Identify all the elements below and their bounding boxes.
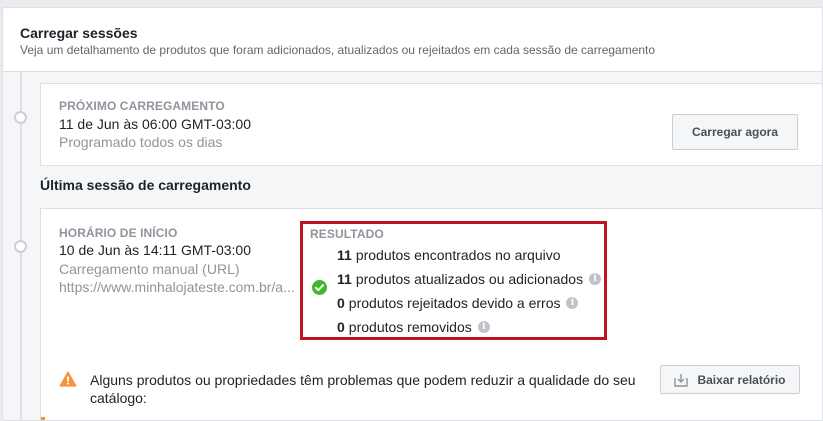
panel-header: Carregar sessões Veja um detalhamento de… xyxy=(3,8,822,72)
result-text: produtos rejeitados devido a erros xyxy=(348,295,561,311)
result-row-updated: 11 produtos atualizados ou adicionados i xyxy=(337,271,602,287)
result-row-removed: 0 produtos removidos i xyxy=(337,319,490,335)
result-count: 0 xyxy=(337,295,345,311)
next-upload-datetime: 11 de Jun às 06:00 GMT-03:00 xyxy=(59,116,251,132)
panel-subtitle: Veja um detalhamento de produtos que for… xyxy=(20,43,656,57)
result-text: produtos encontrados no arquivo xyxy=(355,247,561,263)
result-row-found: 11 produtos encontrados no arquivo xyxy=(337,247,561,263)
result-count: 11 xyxy=(337,247,352,263)
upload-url: https://www.minhalojateste.com.br/a... xyxy=(59,279,295,295)
start-datetime: 10 de Jun às 14:11 GMT-03:00 xyxy=(59,242,251,258)
next-upload-card: PRÓXIMO CARREGAMENTO 11 de Jun às 06:00 … xyxy=(40,83,822,166)
result-text: produtos atualizados ou adicionados xyxy=(355,271,584,287)
warning-triangle-icon xyxy=(59,371,77,387)
info-icon[interactable]: i xyxy=(477,321,490,333)
result-row-rejected: 0 produtos rejeitados devido a erros i xyxy=(337,295,579,311)
info-icon[interactable]: i xyxy=(566,297,579,309)
warning-accent-strip xyxy=(41,417,45,420)
panel-title: Carregar sessões xyxy=(20,25,138,41)
check-icon xyxy=(312,280,327,295)
last-session-heading: Última sessão de carregamento xyxy=(40,177,251,193)
timeline-dot-next xyxy=(14,111,27,124)
timeline-dot-last xyxy=(14,240,27,253)
start-time-label: HORÁRIO DE INÍCIO xyxy=(59,226,178,240)
upload-method: Carregamento manual (URL) xyxy=(59,261,240,277)
download-report-button[interactable]: Baixar relatório xyxy=(660,365,800,394)
result-text: produtos removidos xyxy=(348,319,472,335)
upload-sessions-panel: Carregar sessões Veja um detalhamento de… xyxy=(2,7,823,421)
warning-text: Alguns produtos ou propriedades têm prob… xyxy=(90,372,636,406)
upload-now-button[interactable]: Carregar agora xyxy=(672,114,798,150)
last-session-card: HORÁRIO DE INÍCIO 10 de Jun às 14:11 GMT… xyxy=(40,208,822,420)
info-icon[interactable]: i xyxy=(589,273,602,285)
next-upload-schedule: Programado todos os dias xyxy=(59,134,223,150)
result-count: 11 xyxy=(337,271,352,287)
result-count: 0 xyxy=(337,319,345,335)
next-upload-label: PRÓXIMO CARREGAMENTO xyxy=(59,99,225,113)
download-icon xyxy=(674,373,689,387)
result-label: RESULTADO xyxy=(310,227,384,241)
result-highlight-box: RESULTADO 11 produtos encontrados no arq… xyxy=(300,221,607,340)
download-report-label: Baixar relatório xyxy=(697,372,786,387)
